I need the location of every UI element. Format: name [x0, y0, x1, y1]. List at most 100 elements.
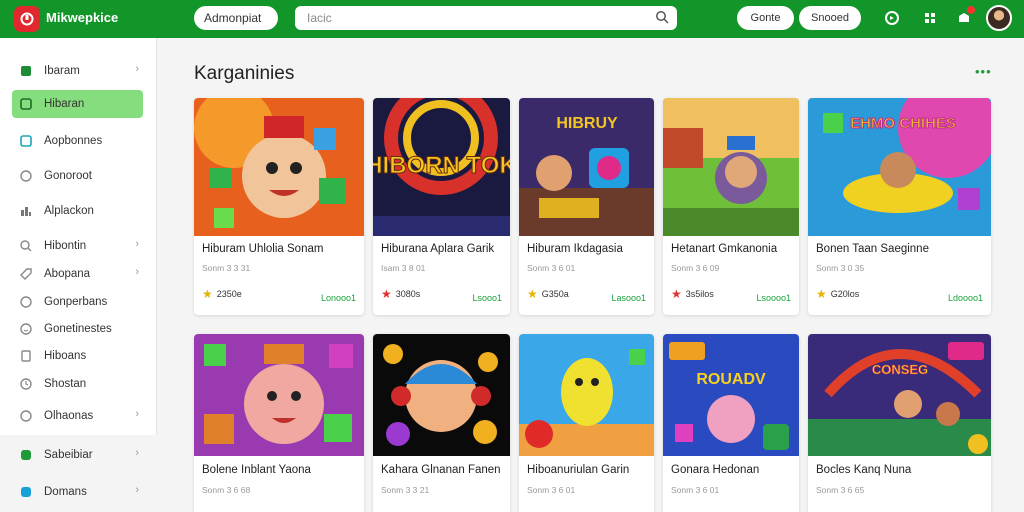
sidebar-item-hibaran[interactable]: Hibaran — [12, 90, 143, 118]
game-card[interactable]: Hetanart Gmkanonia Sonm 3 6 09 ★ 3s5ilos … — [663, 98, 799, 315]
sidebar-item-shostan[interactable]: Shostan — [12, 370, 143, 398]
sidebar-item-gonoroot[interactable]: Gonoroot — [12, 162, 143, 190]
game-rating: ★ G20los — [816, 287, 860, 301]
star-icon: ★ — [527, 287, 538, 301]
refresh-icon[interactable] — [883, 9, 901, 27]
thumb-text: CONSEG — [872, 362, 928, 377]
game-card[interactable]: CONSEG Bocles Kanq Nuna Sonm 3 6 65 — [808, 334, 991, 512]
game-meta: Sonm 3 6 09 — [671, 263, 720, 273]
game-card[interactable]: ROUADV Gonara Hedonan Sonm 3 6 01 — [663, 334, 799, 512]
game-price: Lasooo1 — [611, 293, 646, 303]
game-thumbnail: ROUADV — [663, 334, 799, 456]
sidebar-item-label: Gonoroot — [44, 170, 92, 182]
chart-icon — [19, 204, 33, 218]
chevron-right-icon: › — [135, 408, 139, 420]
circle-icon — [19, 169, 33, 183]
game-title: Bocles Kanq Nuna — [816, 464, 912, 476]
category-selector[interactable]: Admonpiat — [194, 6, 278, 30]
circle-icon — [19, 295, 33, 309]
game-price: Lonooo1 — [320, 293, 356, 303]
grid-icon — [19, 134, 33, 148]
game-title: Hiburam Uhlolia Sonam — [202, 243, 324, 255]
sidebar-item-label: Domans — [44, 486, 87, 498]
game-meta: Sonm 3 3 21 — [381, 485, 430, 495]
sidebar-item-label: Aopbonnes — [44, 135, 103, 147]
game-title: Kahara Glnanan Fanen — [381, 464, 501, 476]
game-card[interactable]: EHMO CHIHES Bonen Taan Saeginne Sonm 3 0… — [808, 98, 991, 315]
game-card[interactable]: HIBRUY Hiburam Ikdagasia Sonm 3 6 01 ★ G3… — [519, 98, 654, 315]
game-price: Ldoooo1 — [947, 293, 983, 303]
game-card[interactable]: Hiboanuriulan Garin Sonm 3 6 01 — [519, 334, 654, 512]
sidebar-item-label: Gonperbans — [44, 296, 108, 308]
doc-icon — [19, 349, 33, 363]
apps-icon[interactable] — [921, 9, 939, 27]
game-card[interactable]: HIBORN TOK Hiburana Aplara Garik Isam 3 … — [373, 98, 510, 315]
app-logo[interactable] — [14, 6, 40, 32]
thumb-text: ROUADV — [696, 371, 766, 388]
thumb-text: HIBRUY — [556, 115, 618, 132]
game-thumbnail — [194, 98, 364, 236]
sidebar-item-gonperbans[interactable]: Gonperbans — [12, 288, 143, 316]
game-card[interactable]: Hiburam Uhlolia Sonam Sonm 3 3 31 ★ 2350e… — [194, 98, 364, 315]
game-title: Hetanart Gmkanonia — [671, 243, 778, 255]
header-button-a[interactable]: Gonte — [737, 6, 794, 30]
sidebar-item-sabeibiar[interactable]: Sabeibiar › — [12, 441, 143, 469]
sidebar-item-label: Hibontin — [44, 240, 87, 252]
game-card[interactable]: Kahara Glnanan Fanen Sonm 3 3 21 — [373, 334, 510, 512]
game-meta: Sonm 3 6 65 — [816, 485, 865, 495]
thumb-text: EHMO CHIHES — [850, 115, 956, 132]
sidebar-item-label: Sabeibiar — [44, 449, 93, 461]
game-rating: ★ 3080s — [381, 287, 421, 301]
section-title: Karganinies — [194, 63, 295, 84]
sidebar: Ibaram › Hibaran Aopbonnes Gonoroot Alpl… — [0, 38, 157, 512]
top-bar: Mikwepkice Admonpiat Iacic Gonte Snooed — [0, 0, 1024, 38]
sidebar-item-label: Shostan — [44, 378, 87, 390]
game-thumbnail: HIBORN TOK — [373, 98, 510, 236]
sidebar-item-label: Hibaran — [44, 98, 85, 110]
game-meta: Sonm 3 6 01 — [527, 485, 576, 495]
user-avatar[interactable] — [986, 5, 1012, 31]
chevron-right-icon: › — [135, 63, 139, 75]
star-icon: ★ — [671, 287, 682, 301]
game-thumbnail — [663, 98, 799, 236]
blue-dot-icon — [19, 485, 33, 499]
star-icon: ★ — [202, 287, 213, 301]
sidebar-item-alplackon[interactable]: Alplackon — [12, 197, 143, 225]
game-thumbnail — [519, 334, 654, 456]
thumb-text: HIBORN TOK — [373, 152, 510, 179]
game-meta: Sonm 3 6 01 — [671, 485, 720, 495]
app-title: Mikwepkice — [46, 10, 119, 25]
search-placeholder: Iacic — [307, 11, 332, 25]
notifications-icon[interactable] — [955, 6, 975, 27]
game-rating: ★ 2350e — [202, 287, 242, 301]
search-icon — [19, 239, 33, 253]
sidebar-item-hibontin[interactable]: Hibontin › — [12, 232, 143, 260]
game-title: Hiboanuriulan Garin — [527, 464, 630, 476]
game-card[interactable]: Bolene Inblant Yaona Sonm 3 6 68 — [194, 334, 364, 512]
game-title: Gonara Hedonan — [671, 464, 760, 476]
circle-icon — [19, 409, 33, 423]
sidebar-item-hiboans[interactable]: Hiboans — [12, 342, 143, 370]
sidebar-item-label: Ibaram — [44, 65, 80, 77]
smile-icon — [19, 322, 33, 336]
green-dot-icon — [19, 448, 33, 462]
search-icon[interactable] — [655, 10, 669, 27]
puzzle-icon — [19, 64, 33, 78]
sidebar-item-domans[interactable]: Domans › — [12, 478, 143, 506]
sidebar-item-gonetinestes[interactable]: Gonetinestes — [12, 315, 143, 343]
search-input[interactable]: Iacic — [295, 6, 677, 30]
game-meta: Isam 3 8 01 — [381, 263, 426, 273]
game-meta: Sonm 3 6 68 — [202, 485, 251, 495]
chevron-right-icon: › — [135, 238, 139, 250]
sidebar-item-ibaram[interactable]: Ibaram › — [12, 57, 143, 85]
logo-icon — [20, 12, 34, 26]
game-rating: ★ G350a — [527, 287, 569, 301]
sidebar-item-aopbonnes[interactable]: Aopbonnes — [12, 127, 143, 155]
sidebar-item-abopana[interactable]: Abopana › — [12, 260, 143, 288]
game-meta: Sonm 3 6 01 — [527, 263, 576, 273]
star-icon: ★ — [816, 287, 827, 301]
header-button-b[interactable]: Snooed — [799, 6, 861, 30]
notification-badge — [967, 6, 975, 14]
sidebar-item-olhaonas[interactable]: Olhaonas › — [12, 402, 143, 430]
more-options-icon[interactable]: ••• — [975, 64, 992, 79]
